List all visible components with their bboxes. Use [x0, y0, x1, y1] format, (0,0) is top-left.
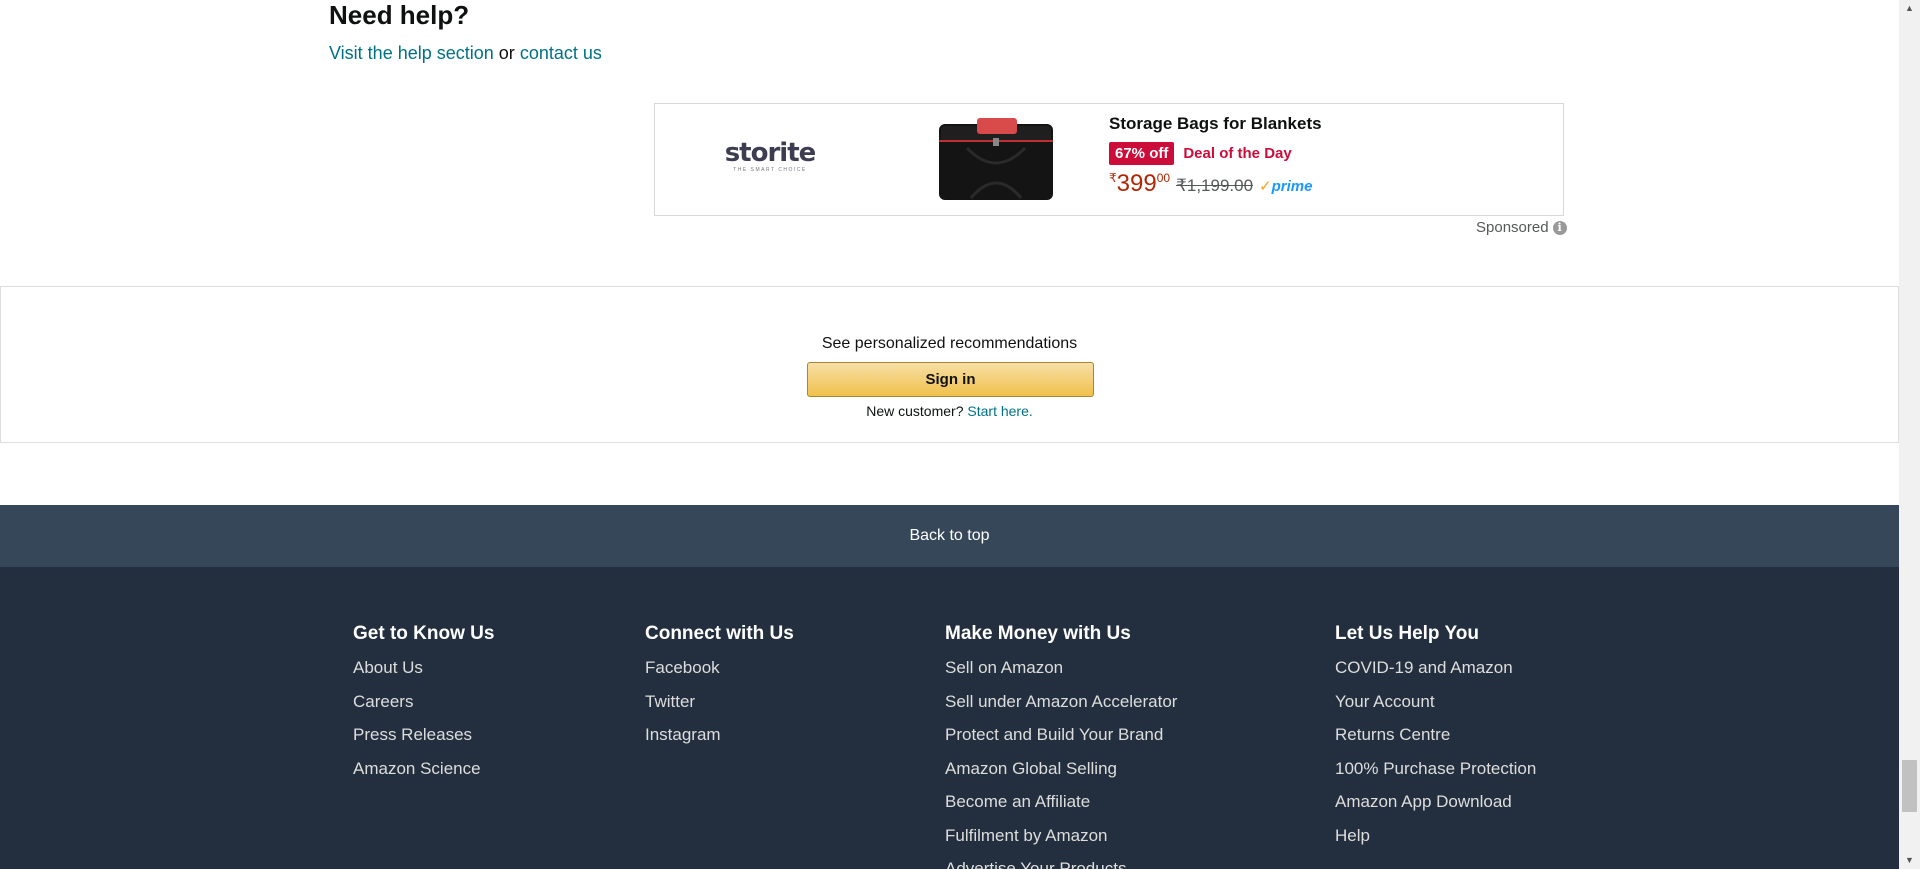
ad-badges: 67% off Deal of the Day	[1109, 142, 1322, 165]
sign-in-button[interactable]: Sign in	[807, 362, 1094, 397]
sponsored-text: Sponsored	[1476, 219, 1549, 236]
footer-link[interactable]: Fulfilment by Amazon	[945, 825, 1177, 859]
ad-info: Storage Bags for Blankets 67% off Deal o…	[1109, 114, 1322, 198]
ad-price: ₹ 399 00 ₹1,199.00 ✓prime	[1109, 170, 1322, 198]
footer-link[interactable]: Advertise Your Products	[945, 858, 1177, 869]
footer-column-title: Make Money with Us	[945, 623, 1131, 644]
deal-label: Deal of the Day	[1183, 145, 1292, 162]
product-image[interactable]	[937, 118, 1055, 202]
list-price: ₹1,199.00	[1176, 176, 1254, 195]
footer-link[interactable]: Your Account	[1335, 691, 1536, 725]
scroll-up-icon[interactable]: ▲	[1899, 0, 1920, 17]
footer-link[interactable]: Press Releases	[353, 724, 494, 758]
footer-link[interactable]: Facebook	[645, 657, 794, 691]
help-section-link[interactable]: Visit the help section	[329, 43, 494, 63]
footer-link[interactable]: Help	[1335, 825, 1536, 859]
ad-product-title[interactable]: Storage Bags for Blankets	[1109, 114, 1322, 134]
price-whole: 399	[1116, 170, 1157, 197]
footer-link[interactable]: Become an Affiliate	[945, 791, 1177, 825]
footer-link[interactable]: Amazon Science	[353, 758, 494, 792]
new-customer-line: New customer? Start here.	[1, 403, 1898, 419]
start-here-link[interactable]: Start here.	[967, 403, 1032, 419]
footer-column-title: Connect with Us	[645, 623, 794, 644]
footer-column-let-us-help-you: Let Us Help You COVID-19 and Amazon Your…	[1335, 623, 1536, 858]
footer-link[interactable]: Careers	[353, 691, 494, 725]
footer-link[interactable]: 100% Purchase Protection	[1335, 758, 1536, 792]
footer-link[interactable]: Instagram	[645, 724, 794, 758]
footer-link[interactable]: Sell on Amazon	[945, 657, 1177, 691]
footer-link[interactable]: Twitter	[645, 691, 794, 725]
sponsored-ad-banner[interactable]: storite THE SMART CHOICE Storage Bags fo…	[654, 103, 1564, 216]
vertical-scrollbar[interactable]: ▲ ▼	[1899, 0, 1920, 869]
back-to-top-button[interactable]: Back to top	[0, 505, 1899, 567]
discount-badge: 67% off	[1109, 142, 1175, 165]
contact-us-link[interactable]: contact us	[520, 43, 602, 63]
footer-link[interactable]: Protect and Build Your Brand	[945, 724, 1177, 758]
prime-label: prime	[1271, 178, 1313, 195]
footer-link[interactable]: Amazon Global Selling	[945, 758, 1177, 792]
brand-logo-tagline: THE SMART CHOICE	[733, 167, 807, 173]
footer-column-title: Let Us Help You	[1335, 623, 1479, 644]
signin-prompt: See personalized recommendations	[821, 335, 1078, 352]
footer-column-make-money-with-us: Make Money with Us Sell on Amazon Sell u…	[945, 623, 1177, 869]
footer-link[interactable]: About Us	[353, 657, 494, 691]
footer-column-title: Get to Know Us	[353, 623, 495, 644]
price-fraction: 00	[1156, 171, 1171, 185]
prime-check-icon: ✓	[1259, 178, 1272, 195]
need-help-title: Need help?	[329, 0, 470, 30]
or-text: or	[498, 43, 515, 63]
scrollbar-thumb[interactable]	[1902, 760, 1917, 812]
scroll-down-icon[interactable]: ▼	[1899, 852, 1920, 869]
prime-badge: ✓prime	[1259, 177, 1312, 195]
need-help-line: Visit the help section or contact us	[329, 43, 602, 64]
info-icon[interactable]: i	[1552, 220, 1567, 235]
footer-link[interactable]: COVID-19 and Amazon	[1335, 657, 1536, 691]
footer-link[interactable]: Sell under Amazon Accelerator	[945, 691, 1177, 725]
footer-nav: Get to Know Us About Us Careers Press Re…	[0, 567, 1899, 869]
footer-column-get-to-know-us: Get to Know Us About Us Careers Press Re…	[353, 623, 494, 791]
brand-logo[interactable]: storite THE SMART CHOICE	[723, 140, 817, 173]
personalized-signin-box: See personalized recommendations Sign in…	[0, 286, 1899, 443]
new-customer-text: New customer?	[866, 403, 964, 419]
sponsored-label[interactable]: Sponsored i	[1476, 219, 1567, 236]
brand-logo-wordmark: storite	[724, 138, 817, 168]
footer-column-connect-with-us: Connect with Us Facebook Twitter Instagr…	[645, 623, 794, 758]
price-currency: ₹	[1109, 171, 1117, 185]
footer-link[interactable]: Amazon App Download	[1335, 791, 1536, 825]
footer-link[interactable]: Returns Centre	[1335, 724, 1536, 758]
